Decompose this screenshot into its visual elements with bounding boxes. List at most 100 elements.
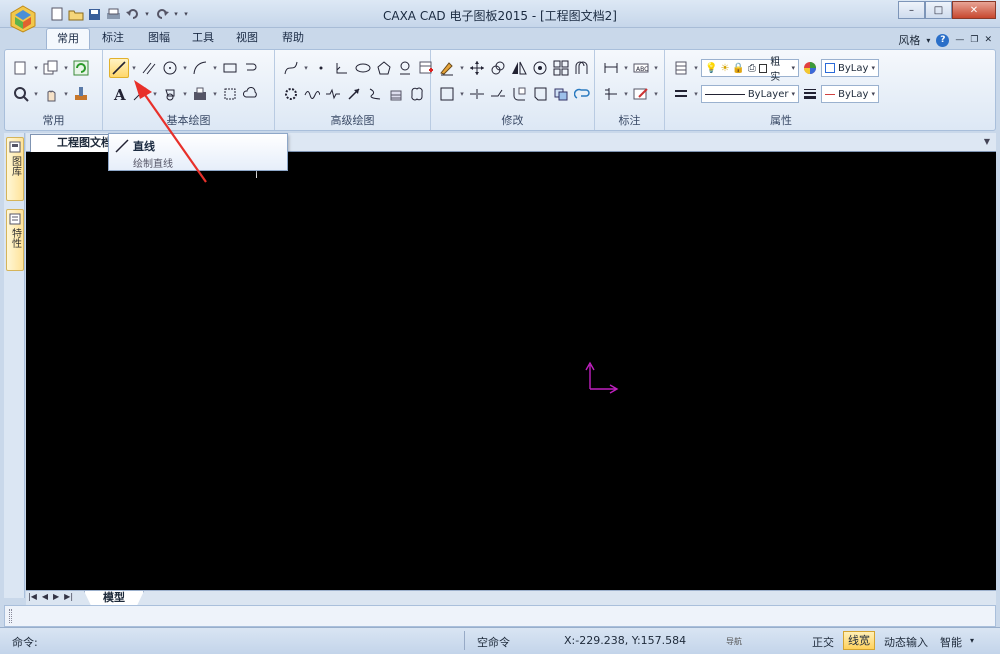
linear-dimension-icon[interactable]: [601, 58, 621, 78]
arc-icon[interactable]: [190, 58, 210, 78]
chamfer-icon[interactable]: [530, 84, 550, 104]
annotation-edit-icon[interactable]: [631, 84, 651, 104]
spline-dropdown-icon[interactable]: ▾: [302, 58, 310, 78]
cloud-icon[interactable]: [241, 84, 261, 104]
side-tab-properties[interactable]: 特性: [6, 209, 24, 271]
style-dropdown-icon[interactable]: ▾: [926, 36, 930, 45]
linetype-icon[interactable]: [671, 84, 691, 104]
arrow-icon[interactable]: [344, 84, 364, 104]
close-button[interactable]: ✕: [952, 1, 996, 19]
sample-line-icon[interactable]: [365, 84, 385, 104]
first-layout-icon[interactable]: |◀: [28, 592, 37, 601]
annotation-dropdown-icon[interactable]: ▾: [652, 84, 660, 104]
side-tab-library[interactable]: 图库: [6, 137, 24, 201]
line-tool-icon[interactable]: [109, 58, 129, 78]
tab-dimension[interactable]: 标注: [94, 28, 132, 50]
delete-icon[interactable]: [437, 58, 457, 78]
ribbon-restore-icon[interactable]: ❐: [970, 35, 978, 45]
array-icon[interactable]: [551, 58, 571, 78]
linetype-combo[interactable]: ByLayer ▾: [701, 85, 799, 103]
trim-dropdown-icon[interactable]: ▾: [458, 84, 466, 104]
prev-layout-icon[interactable]: ◀: [42, 592, 48, 601]
line-dropdown-icon[interactable]: ▾: [130, 58, 138, 78]
hatch-dropdown-icon[interactable]: ▾: [151, 84, 159, 104]
spline-icon[interactable]: [281, 58, 301, 78]
point-icon[interactable]: [311, 58, 331, 78]
coordinate-dropdown-icon[interactable]: ▾: [622, 84, 630, 104]
copy-dropdown-icon[interactable]: ▾: [62, 58, 70, 78]
command-prompt[interactable]: 命令:: [12, 634, 38, 650]
polyline-icon[interactable]: [241, 58, 261, 78]
polygon-icon[interactable]: [374, 58, 394, 78]
lineweight-combo[interactable]: ByLay ▾: [821, 85, 879, 103]
fillet-icon[interactable]: [509, 84, 529, 104]
break-line-icon[interactable]: [323, 84, 343, 104]
dynamic-input-toggle[interactable]: 动态输入: [884, 634, 928, 650]
zoom-dropdown-icon[interactable]: ▾: [32, 84, 40, 104]
style-menu[interactable]: 风格: [898, 32, 920, 48]
stretch-icon[interactable]: [572, 84, 592, 104]
document-tab[interactable]: 工程图文档2: [30, 134, 110, 152]
drawing-canvas[interactable]: [26, 152, 996, 590]
last-layout-icon[interactable]: ▶|: [64, 592, 73, 601]
layer-manager-icon[interactable]: [671, 58, 691, 78]
tab-frame[interactable]: 图幅: [140, 28, 178, 50]
mirror-icon[interactable]: [509, 58, 529, 78]
frame-box-icon[interactable]: [220, 84, 240, 104]
text-icon[interactable]: A: [109, 84, 129, 104]
minimize-button[interactable]: –: [898, 1, 925, 19]
explode-icon[interactable]: [551, 84, 571, 104]
layer-manager-dropdown-icon[interactable]: ▾: [692, 58, 700, 78]
circle-dropdown-icon[interactable]: ▾: [181, 58, 189, 78]
hatch-icon[interactable]: [130, 84, 150, 104]
ortho-toggle[interactable]: 正交: [812, 634, 834, 650]
properties-brush-icon[interactable]: [71, 84, 91, 104]
parallel-line-icon[interactable]: [139, 58, 159, 78]
pan-icon[interactable]: [41, 84, 61, 104]
wave-line-icon[interactable]: [302, 84, 322, 104]
circle-icon[interactable]: [160, 58, 180, 78]
tab-view[interactable]: 视图: [228, 28, 266, 50]
new-icon[interactable]: [11, 58, 31, 78]
offset-icon[interactable]: [572, 58, 592, 78]
block-dropdown-icon[interactable]: ▾: [181, 84, 189, 104]
text-style-icon[interactable]: ABC: [631, 58, 651, 78]
command-grip-icon[interactable]: [9, 609, 12, 623]
smart-snap-dropdown-icon[interactable]: ▾: [970, 636, 974, 645]
insert-dropdown-icon[interactable]: ▾: [211, 84, 219, 104]
maximize-button[interactable]: □: [925, 1, 952, 19]
block-icon[interactable]: [160, 84, 180, 104]
boundary-icon[interactable]: [407, 84, 427, 104]
zoom-icon[interactable]: [11, 84, 31, 104]
extend-icon[interactable]: [467, 84, 487, 104]
dimension-dropdown-icon[interactable]: ▾: [622, 58, 630, 78]
ribbon-close-icon[interactable]: ✕: [984, 35, 992, 45]
next-layout-icon[interactable]: ▶: [53, 592, 59, 601]
color-wheel-icon[interactable]: [800, 58, 820, 78]
ellipse-icon[interactable]: [353, 58, 373, 78]
text-style-dropdown-icon[interactable]: ▾: [652, 58, 660, 78]
pan-dropdown-icon[interactable]: ▾: [62, 84, 70, 104]
refresh-icon[interactable]: [71, 58, 91, 78]
snap-mode-label[interactable]: 导航: [726, 636, 742, 647]
copy-icon[interactable]: [41, 58, 61, 78]
rectangle-icon[interactable]: [220, 58, 240, 78]
document-list-dropdown-icon[interactable]: ▼: [984, 137, 990, 146]
gear-icon[interactable]: [281, 84, 301, 104]
hole-icon[interactable]: [395, 58, 415, 78]
command-history-area[interactable]: [4, 605, 996, 627]
centerline-icon[interactable]: [332, 58, 352, 78]
smart-snap-dropdown[interactable]: 智能: [940, 634, 962, 650]
new-dropdown-icon[interactable]: ▾: [32, 58, 40, 78]
insert-block-icon[interactable]: [190, 84, 210, 104]
model-tab[interactable]: 模型: [84, 591, 144, 606]
delete-dropdown-icon[interactable]: ▾: [458, 58, 466, 78]
linetype-menu-dropdown-icon[interactable]: ▾: [692, 84, 700, 104]
coordinate-dimension-icon[interactable]: [601, 84, 621, 104]
trim-icon[interactable]: [437, 84, 457, 104]
move-icon[interactable]: [467, 58, 487, 78]
hatch-fill-icon[interactable]: [386, 84, 406, 104]
lineweight-toggle[interactable]: 线宽: [843, 631, 875, 650]
copy-object-icon[interactable]: [488, 58, 508, 78]
tab-common[interactable]: 常用: [46, 28, 90, 50]
